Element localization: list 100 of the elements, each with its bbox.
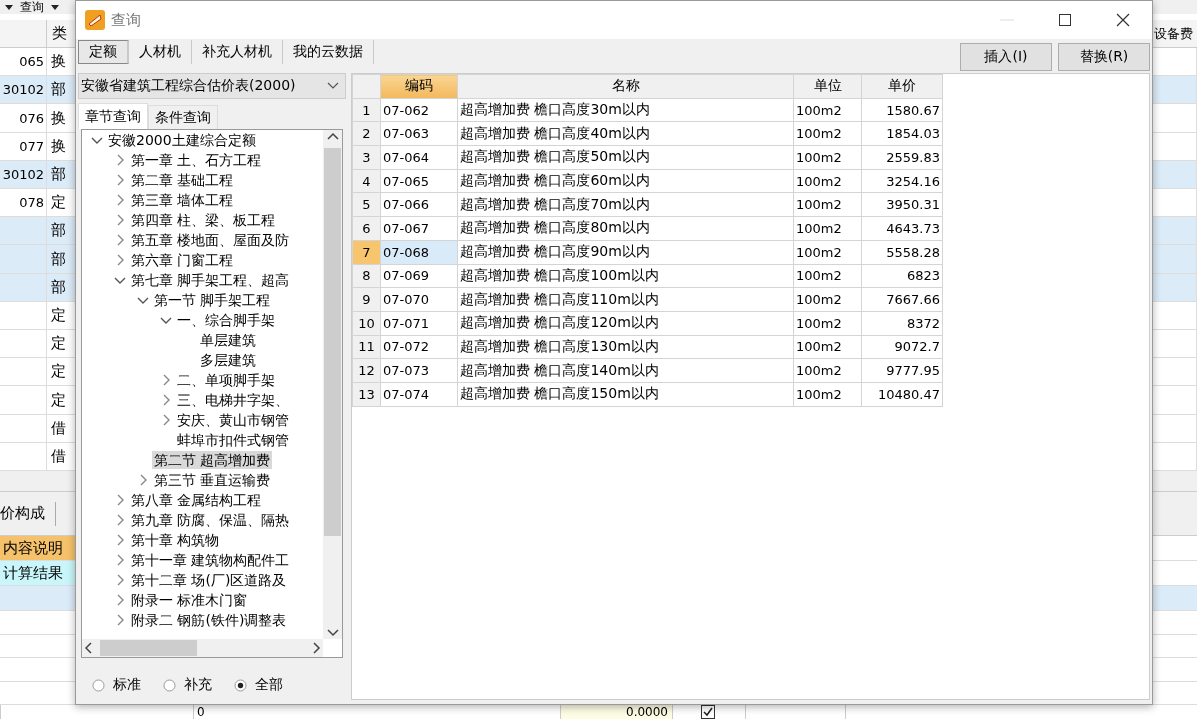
row-number: 4 [352,169,381,193]
checkbox[interactable] [701,705,715,719]
table-cell: 100m2 [793,335,862,359]
table-cell: 超高增加费 檐口高度120m以内 [457,311,794,336]
vertical-scrollbar[interactable] [323,130,342,639]
column-header: 设备费 [1153,24,1194,43]
table-cell: 0.0000 [560,705,672,719]
table-cell: 内容说明 [0,536,75,560]
table-cell: 07-073 [380,358,458,383]
tree-item[interactable]: 第九章 防腐、保温、隔热 [129,511,292,529]
tree-item[interactable]: 单层建筑 [198,331,258,349]
tree-item[interactable]: 蚌埠市扣件式钢管 [175,431,291,449]
table-cell: 6823 [861,264,943,288]
tree-item[interactable]: 第七章 脚手架工程、超高 [129,271,292,289]
table-cell: 5558.28 [861,240,943,264]
radio-button[interactable] [234,678,247,692]
tree-item[interactable]: 三、电梯井字架、 [175,391,291,409]
table-cell: 30102 [0,76,47,104]
tree-item[interactable]: 第三章 墙体工程 [129,191,236,209]
table-cell: 100m2 [793,240,862,264]
app-icon [85,10,105,30]
table-cell: 1854.03 [861,121,943,146]
row-number: 9 [352,287,381,312]
horizontal-scrollbar[interactable] [82,639,323,657]
radio-button[interactable] [163,678,176,692]
tab[interactable]: 条件查询 [148,105,218,129]
tree-item[interactable]: 附录一 标准木门窗 [129,591,250,609]
table-cell: 超高增加费 檐口高度50m以内 [457,145,794,170]
table-cell: 100m2 [793,382,862,407]
tree-item[interactable]: 第八章 金属结构工程 [129,491,264,509]
column-header[interactable]: 单位 [793,74,862,99]
column-header[interactable]: 名称 [457,74,794,99]
table-cell: 07-063 [380,121,458,146]
row-number: 8 [352,264,381,288]
table-cell: 100m2 [793,358,862,383]
table-cell: 100m2 [793,311,862,336]
replace-button[interactable]: 替换(R) [1058,43,1150,71]
tab[interactable]: 定额 [78,40,129,64]
tab[interactable]: 我的云数据 [283,40,374,64]
tree-item[interactable]: 安庆、黄山市钢管 [175,411,291,429]
radio-option[interactable]: 标准 [92,676,141,694]
tree-item[interactable]: 第十一章 建筑物构配件工 [129,551,292,569]
radio-button[interactable] [92,678,105,692]
table-cell: 超高增加费 檐口高度80m以内 [457,216,794,241]
tree-item[interactable]: 第十二章 场(厂)区道路及 [129,571,289,589]
table-cell: 超高增加费 檐口高度90m以内 [457,240,794,264]
caret-icon [4,3,14,11]
table-cell: 超高增加费 檐口高度40m以内 [457,121,794,146]
tree-item[interactable]: 附录二 钢筋(铁件)调整表 [129,611,289,629]
library-dropdown[interactable]: 安徽省建筑工程综合估价表(2000) [78,73,346,99]
table-cell: 100m2 [793,98,862,122]
row-number: 12 [352,358,381,383]
table-cell: 076 [0,104,47,132]
table-cell: 100m2 [793,169,862,193]
table-cell: 超高增加费 檐口高度140m以内 [457,358,794,383]
column-header[interactable]: 单价 [861,74,943,99]
table-cell: 10480.47 [861,382,943,407]
insert-button[interactable]: 插入(I) [960,43,1052,71]
tree-item[interactable]: 第六章 门窗工程 [129,251,236,269]
column-header[interactable]: 编码 [380,74,458,99]
table-cell: 4643.73 [861,216,943,241]
table-cell: 07-071 [380,311,458,336]
menu-item[interactable]: 查询 [20,0,44,14]
table-cell: 07-064 [380,145,458,170]
row-number: 11 [352,335,381,359]
tree-item[interactable]: 第二章 基础工程 [129,171,236,189]
chevron-down-icon [327,82,339,90]
window-title: 查询 [111,10,142,30]
table-cell: 9072.7 [861,335,943,359]
tree-item[interactable]: 第三节 垂直运输费 [152,471,273,489]
table-cell: 超高增加费 檐口高度150m以内 [457,382,794,407]
caret-icon [50,3,60,11]
radio-option[interactable]: 全部 [234,676,283,694]
tab[interactable]: 人材机 [129,40,192,64]
table-cell: 07-074 [380,382,458,407]
table-cell: 超高增加费 檐口高度100m以内 [457,264,794,288]
row-number: 13 [352,382,381,407]
table-cell: 07-072 [380,335,458,359]
tab[interactable]: 章节查询 [78,103,148,129]
table-cell: 超高增加费 檐口高度30m以内 [457,98,794,122]
row-number: 5 [352,192,381,217]
tree-item[interactable]: 安徽2000土建综合定额 [106,131,258,149]
table-cell: 100m2 [793,145,862,170]
table-cell: 077 [0,132,47,160]
table-cell: 07-065 [380,169,458,193]
tree-item[interactable]: 第二节 超高增加费 [152,451,273,469]
table-cell: 100m2 [793,192,862,217]
table-cell: 100m2 [793,216,862,241]
table-cell: 3950.31 [861,192,943,217]
radio-option[interactable]: 补充 [163,676,212,694]
tree-item[interactable]: 二、单项脚手架 [175,371,277,389]
panel-tab[interactable]: 价构成 [0,501,56,526]
table-cell: 065 [0,48,47,76]
row-number: 6 [352,216,381,241]
tree-item[interactable]: 第十章 构筑物 [129,531,222,549]
tree-item[interactable]: 一、综合脚手架 [175,311,277,329]
table-cell: 超高增加费 檐口高度70m以内 [457,192,794,217]
tab[interactable]: 补充人材机 [192,40,283,64]
table-cell: 07-070 [380,287,458,312]
table-cell: 100m2 [793,121,862,146]
